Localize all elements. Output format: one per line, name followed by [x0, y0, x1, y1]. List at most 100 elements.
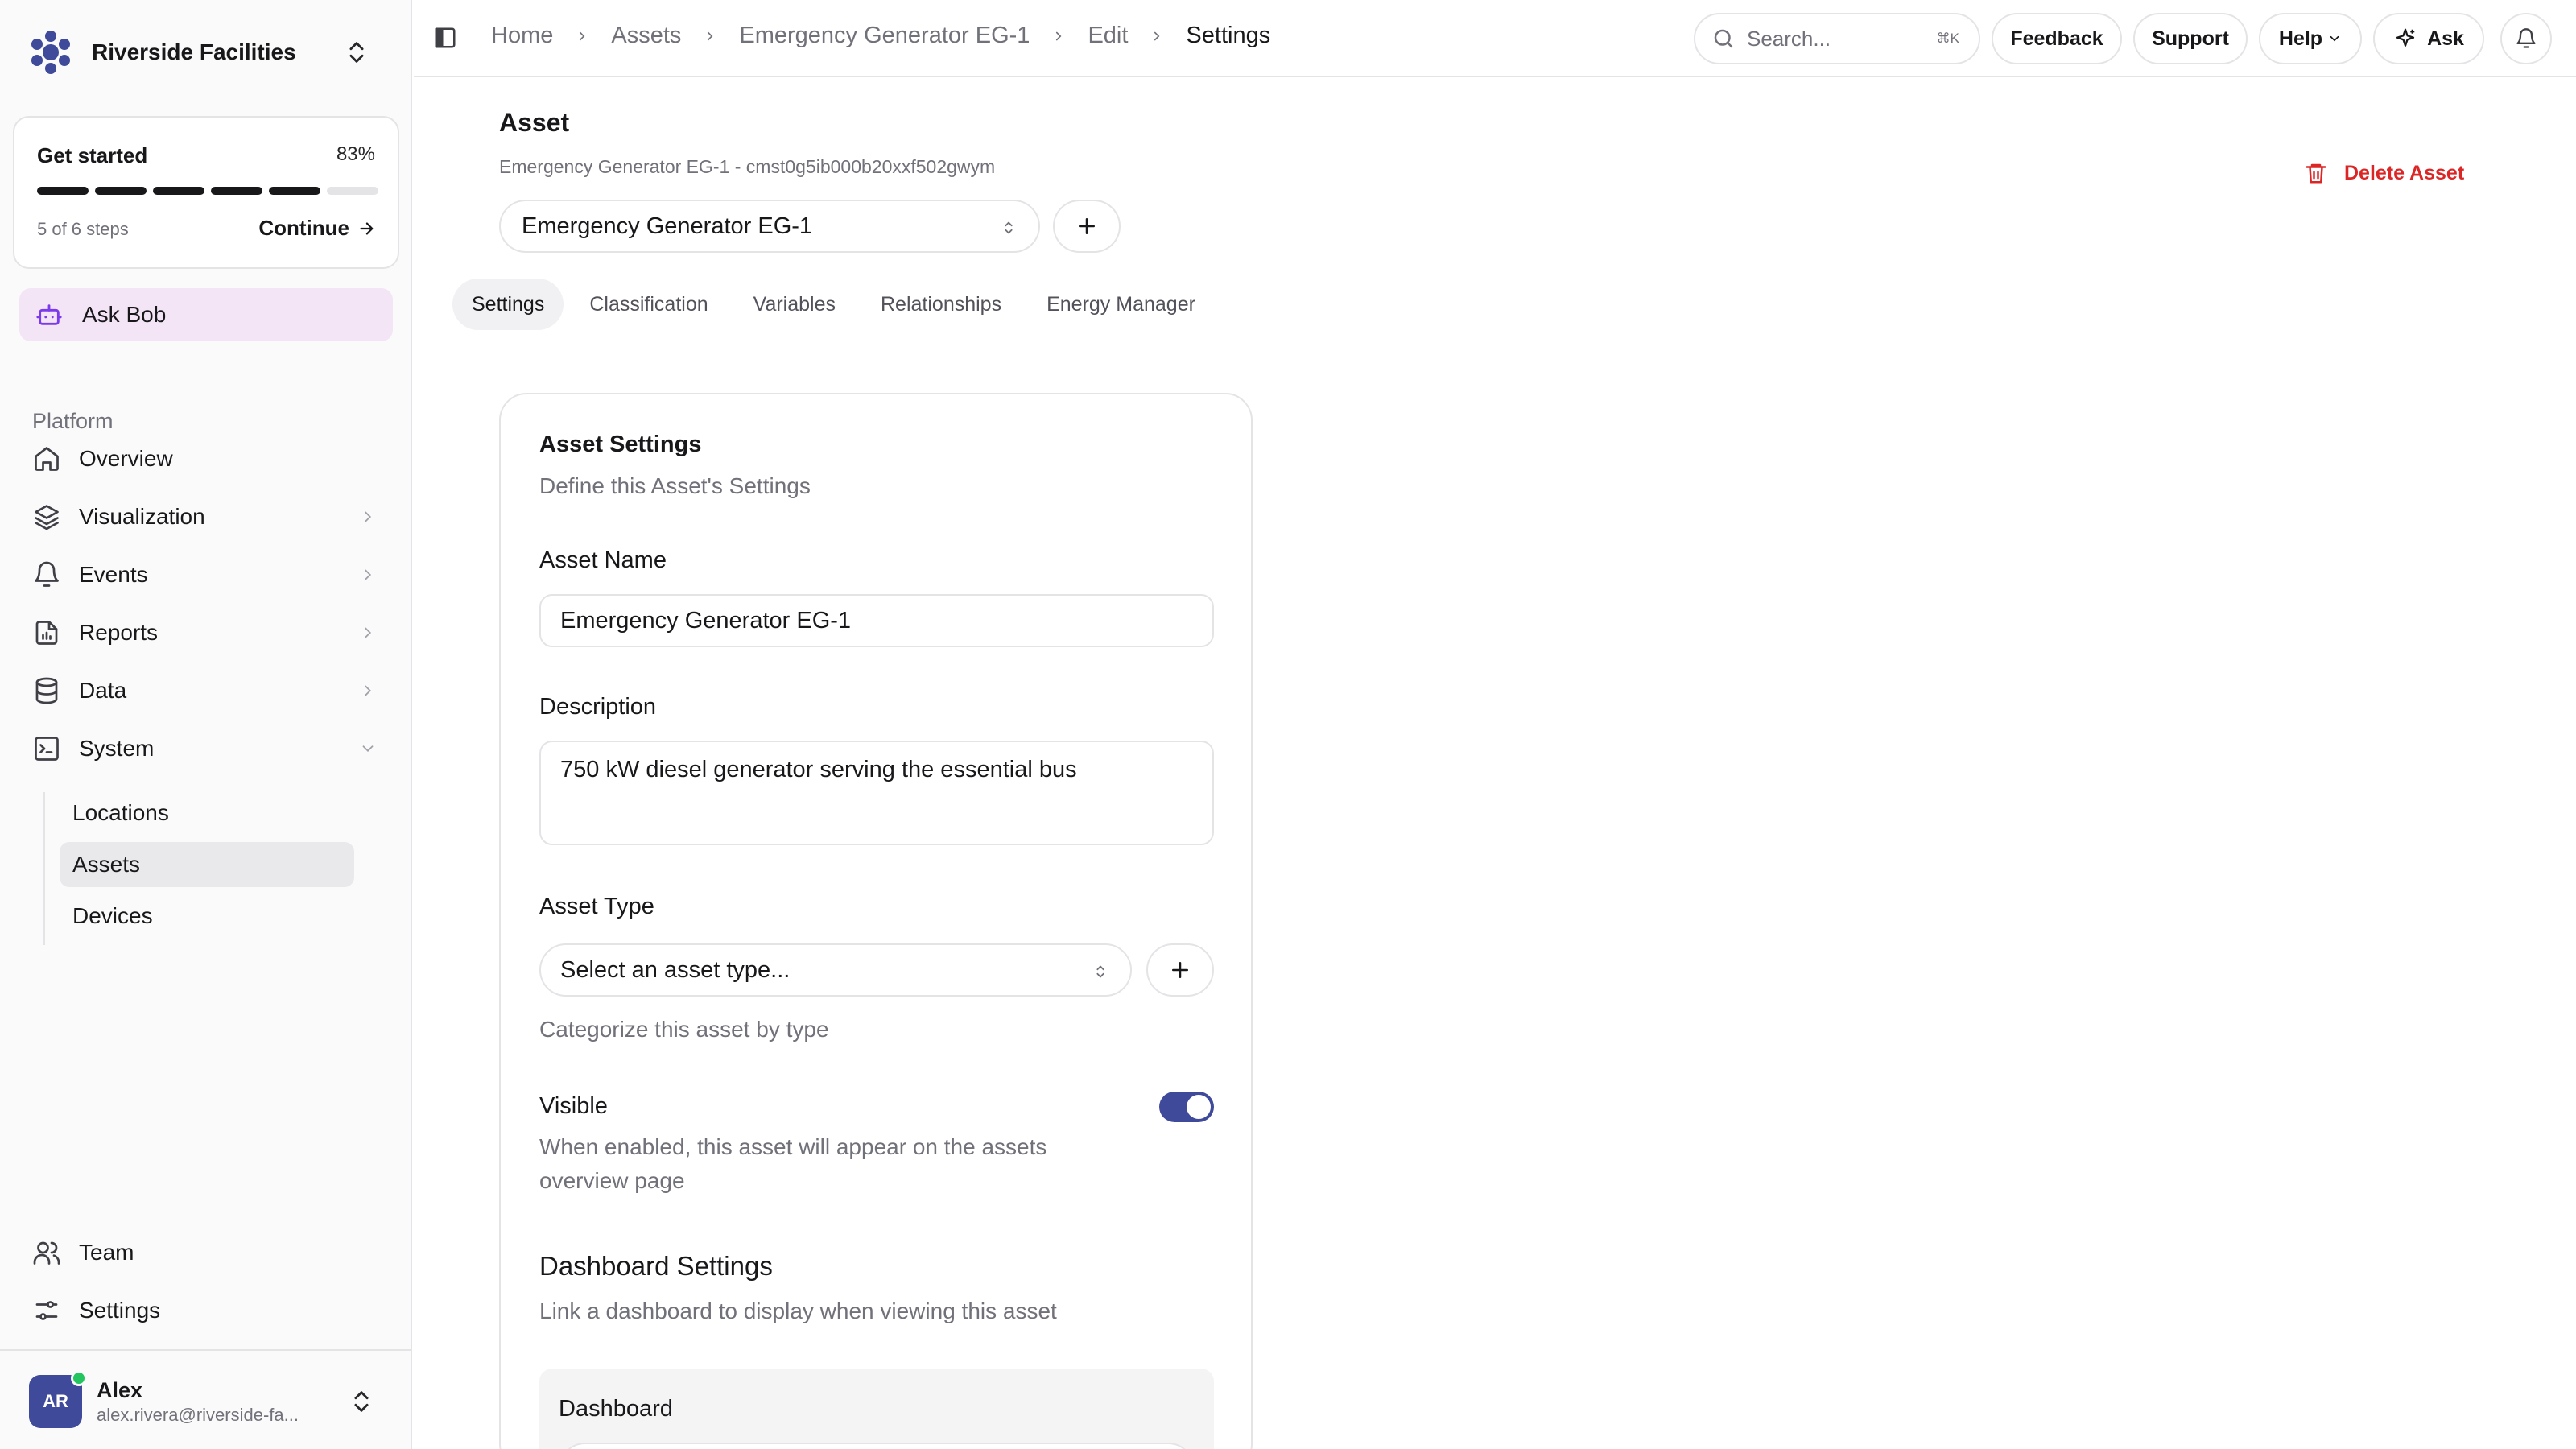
- feedback-button[interactable]: Feedback: [1992, 13, 2122, 64]
- trash-icon: [2304, 161, 2328, 185]
- dashboard-select[interactable]: [559, 1443, 1195, 1449]
- support-button[interactable]: Support: [2133, 13, 2248, 64]
- sliders-icon: [32, 1296, 61, 1325]
- sidebar-item-settings[interactable]: Settings: [19, 1286, 393, 1335]
- dashboard-field-group: Dashboard: [539, 1368, 1214, 1449]
- database-icon: [32, 676, 61, 705]
- breadcrumb-home[interactable]: Home: [491, 23, 553, 49]
- notifications-button[interactable]: [2500, 13, 2552, 64]
- chevron-right-icon: [359, 624, 377, 642]
- progress-segment-complete: [153, 187, 204, 195]
- avatar: AR: [29, 1370, 87, 1428]
- ask-bob-label: Ask Bob: [82, 302, 167, 327]
- sidebar-item-label: Overview: [79, 446, 173, 471]
- breadcrumb-edit[interactable]: Edit: [1088, 23, 1128, 49]
- search-input[interactable]: Search... ⌘K: [1694, 13, 1980, 64]
- chevron-right-icon: [696, 27, 724, 45]
- user-menu[interactable]: AR Alex alex.rivera@riverside-fa...: [29, 1370, 386, 1430]
- sidebar-item-label: Reports: [79, 620, 159, 645]
- asset-settings-card: Asset Settings Define this Asset's Setti…: [499, 393, 1253, 1449]
- sidebar-item-label: Visualization: [79, 504, 205, 529]
- layers-icon: [32, 502, 61, 531]
- asset-selector-value: Emergency Generator EG-1: [522, 213, 813, 239]
- sidebar-item-devices[interactable]: Devices: [60, 894, 354, 939]
- asset-name-field[interactable]: Emergency Generator EG-1: [539, 594, 1214, 647]
- sidebar-item-visualization[interactable]: Visualization: [19, 493, 393, 541]
- help-label: Help: [2278, 27, 2323, 50]
- platform-section-label: Platform: [32, 409, 114, 433]
- dashboard-settings-description: Link a dashboard to display when viewing…: [539, 1298, 1057, 1323]
- visible-label: Visible: [539, 1093, 608, 1119]
- asset-type-placeholder: Select an asset type...: [560, 956, 791, 983]
- home-icon: [32, 444, 61, 473]
- sidebar-item-label: Team: [79, 1240, 134, 1265]
- sidebar-item-data[interactable]: Data: [19, 667, 393, 715]
- chevron-right-icon: [359, 566, 377, 584]
- panel-left-icon[interactable]: [433, 26, 457, 50]
- search-placeholder: Search...: [1747, 26, 1831, 51]
- tab-classification[interactable]: Classification: [570, 279, 727, 330]
- breadcrumb: Home Assets Emergency Generator EG-1 Edi…: [491, 23, 1270, 49]
- breadcrumb-assets[interactable]: Assets: [611, 23, 681, 49]
- visible-help: When enabled, this asset will appear on …: [539, 1134, 1047, 1193]
- breadcrumb-settings: Settings: [1186, 23, 1271, 48]
- dashboard-label: Dashboard: [559, 1396, 673, 1422]
- card-description: Define this Asset's Settings: [539, 473, 811, 498]
- sidebar-item-events[interactable]: Events: [19, 551, 393, 599]
- sidebar-item-label: Settings: [79, 1298, 161, 1323]
- tab-energy-manager[interactable]: Energy Manager: [1027, 279, 1215, 330]
- chevron-right-icon: [359, 508, 377, 526]
- sidebar-item-label: Events: [79, 562, 148, 587]
- continue-button[interactable]: Continue: [258, 216, 375, 241]
- file-chart-icon: [32, 618, 61, 647]
- plus-icon: [1168, 958, 1192, 982]
- arrow-right-icon: [357, 220, 375, 237]
- avatar-initials: AR: [43, 1391, 68, 1411]
- toggle-knob: [1187, 1095, 1211, 1119]
- sidebar-item-locations[interactable]: Locations: [60, 791, 354, 836]
- get-started-percent: 83%: [336, 143, 375, 165]
- sidebar-divider: [0, 1349, 411, 1351]
- bell-icon: [2515, 27, 2537, 50]
- sidebar-item-assets[interactable]: Assets: [60, 842, 354, 887]
- delete-asset-label: Delete Asset: [2344, 161, 2465, 184]
- chevron-right-icon: [1044, 27, 1073, 45]
- page-subtitle: Emergency Generator EG-1 - cmst0g5ib000b…: [499, 156, 996, 177]
- add-asset-type-button[interactable]: [1146, 943, 1214, 997]
- user-name: Alex: [97, 1377, 143, 1402]
- ask-bob-button[interactable]: Ask Bob: [19, 288, 393, 341]
- org-name: Riverside Facilities: [92, 39, 296, 64]
- sidebar: Riverside Facilities Get started 83% 5 o…: [0, 0, 412, 1449]
- progress-segment-complete: [95, 187, 147, 195]
- org-logo-icon: [29, 31, 72, 74]
- asset-name-label: Asset Name: [539, 547, 667, 573]
- asset-tabs: Settings Classification Variables Relati…: [452, 279, 1215, 330]
- asset-type-help: Categorize this asset by type: [539, 1017, 829, 1042]
- ask-label: Ask: [2427, 27, 2464, 50]
- sidebar-item-reports[interactable]: Reports: [19, 609, 393, 657]
- asset-type-select[interactable]: Select an asset type...: [539, 943, 1132, 997]
- users-icon: [32, 1238, 61, 1267]
- description-field[interactable]: 750 kW diesel generator serving the esse…: [539, 741, 1214, 845]
- tab-variables[interactable]: Variables: [734, 279, 855, 330]
- sidebar-item-team[interactable]: Team: [19, 1228, 393, 1277]
- visible-toggle[interactable]: [1159, 1092, 1214, 1122]
- org-switcher[interactable]: Riverside Facilities: [29, 27, 383, 77]
- help-button[interactable]: Help: [2259, 13, 2362, 64]
- chevrons-up-down-icon[interactable]: [343, 39, 370, 66]
- progress-segment-complete: [269, 187, 320, 195]
- breadcrumb-asset[interactable]: Emergency Generator EG-1: [739, 23, 1030, 49]
- add-asset-button[interactable]: [1053, 200, 1121, 253]
- sidebar-item-overview[interactable]: Overview: [19, 435, 393, 483]
- chevrons-up-down-icon: [1092, 961, 1109, 982]
- asset-selector[interactable]: Emergency Generator EG-1: [499, 200, 1040, 253]
- sparkles-icon: [2393, 27, 2417, 51]
- tab-settings[interactable]: Settings: [452, 279, 564, 330]
- sidebar-item-system[interactable]: System: [19, 724, 393, 773]
- ask-button[interactable]: Ask: [2373, 13, 2484, 64]
- tab-relationships[interactable]: Relationships: [861, 279, 1021, 330]
- get-started-steps: 5 of 6 steps: [37, 219, 129, 239]
- card-title: Asset Settings: [539, 431, 702, 457]
- submenu-rail: [43, 792, 45, 945]
- delete-asset-button[interactable]: Delete Asset: [2304, 161, 2464, 185]
